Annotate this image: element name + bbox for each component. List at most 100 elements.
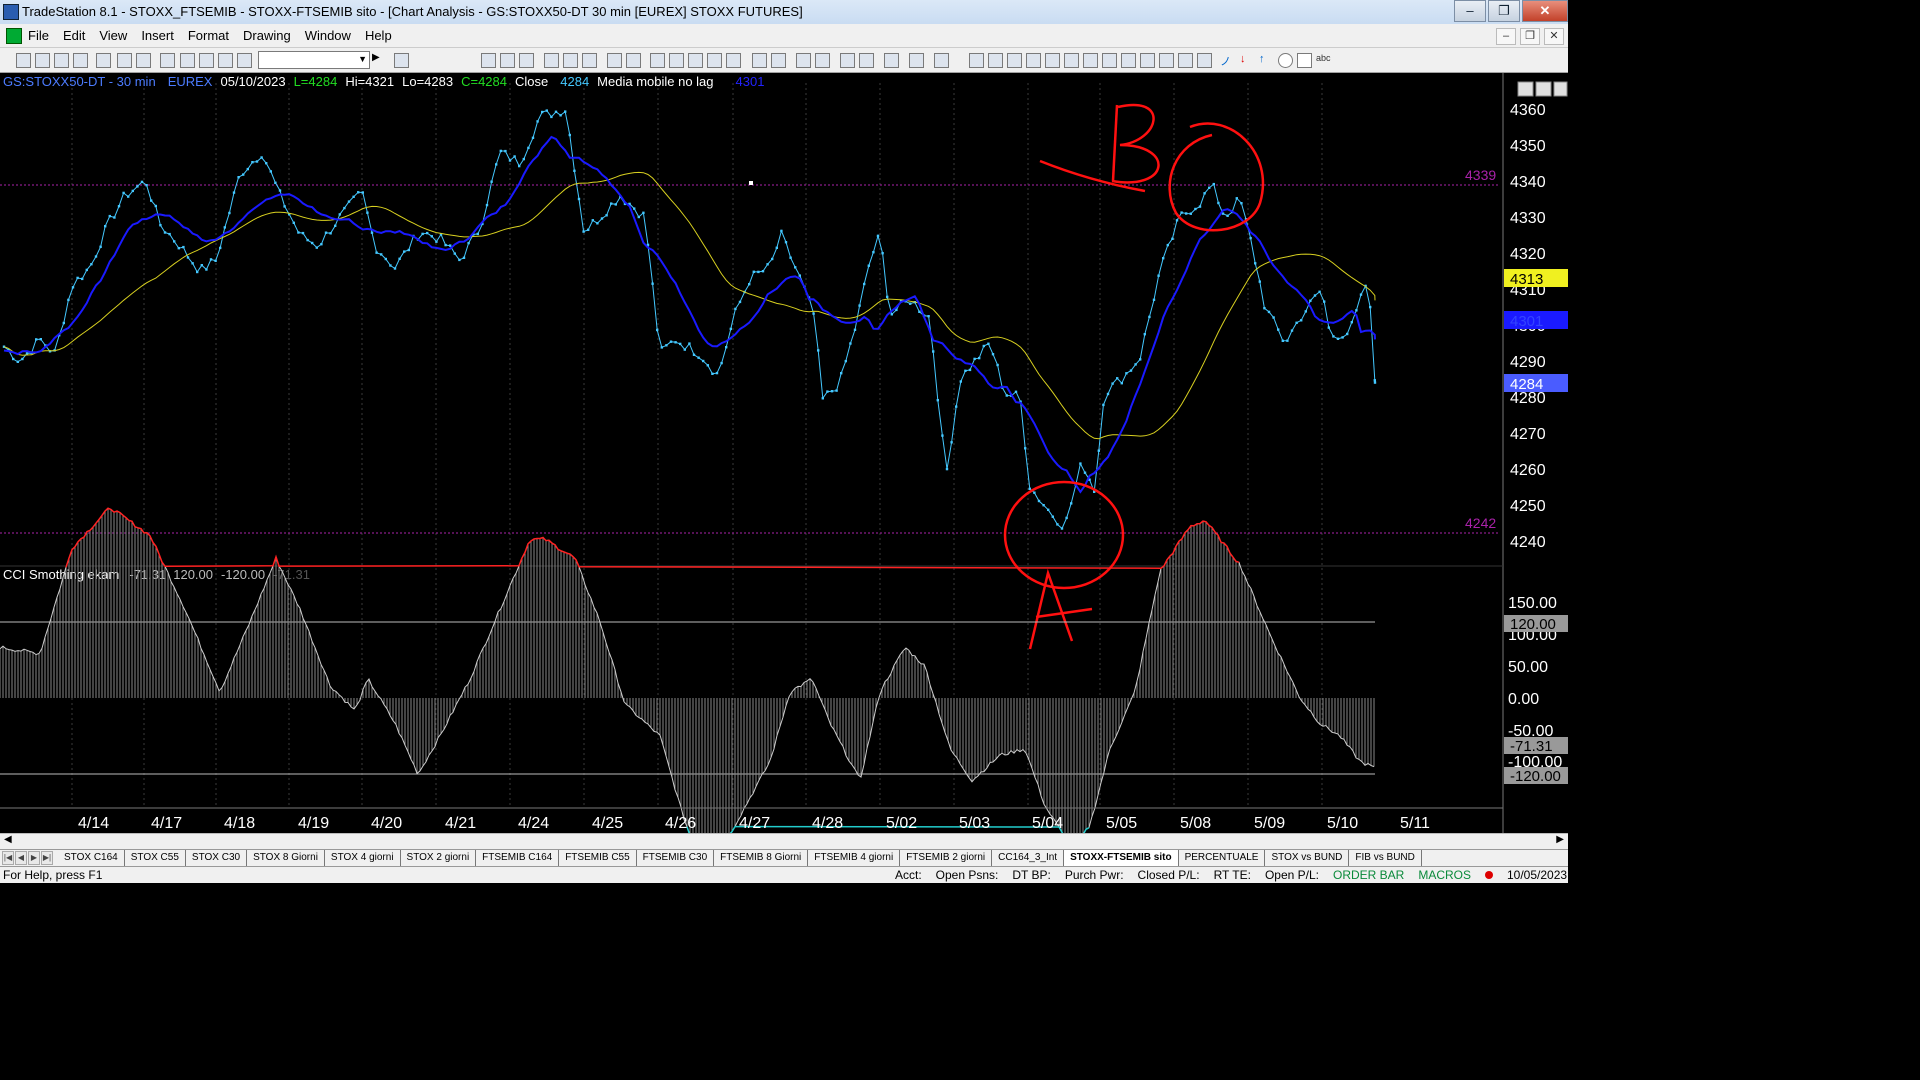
rectangle-icon[interactable] — [1297, 53, 1312, 68]
window-cascade-icon[interactable] — [180, 53, 195, 68]
format-icon[interactable] — [218, 53, 233, 68]
andrews-pitchfork-icon[interactable] — [1121, 53, 1136, 68]
find-icon[interactable] — [394, 53, 409, 68]
tab-item[interactable]: CC164_3_Int — [992, 850, 1065, 866]
tab-item[interactable]: STOX C30 — [186, 850, 248, 866]
arrow-down-icon[interactable]: ↓ — [1240, 53, 1253, 66]
tab-item[interactable]: STOX 2 giorni — [401, 850, 477, 866]
tab-item[interactable]: STOX 4 giorni — [325, 850, 401, 866]
macros-indicator[interactable]: MACROS — [1418, 868, 1471, 882]
print-icon[interactable] — [136, 53, 151, 68]
paste-icon[interactable] — [96, 53, 111, 68]
maximize-button[interactable]: ❐ — [1488, 0, 1520, 22]
fib-retracement-icon[interactable] — [1083, 53, 1098, 68]
scan-icon[interactable] — [650, 53, 665, 68]
bar-chart-icon[interactable] — [481, 53, 496, 68]
tab-item[interactable]: FTSEMIB C55 — [559, 850, 637, 866]
horizontal-scrollbar[interactable]: ◀ ▶ — [0, 833, 1568, 849]
zoom-in-icon[interactable] — [796, 53, 811, 68]
child-close-button[interactable]: ✕ — [1544, 28, 1564, 45]
new-icon[interactable] — [16, 53, 31, 68]
candle-chart-icon[interactable] — [519, 53, 534, 68]
format-symbol-icon[interactable] — [582, 53, 597, 68]
expand-icon[interactable] — [752, 53, 767, 68]
gann-fan-icon[interactable] — [1064, 53, 1079, 68]
alert-icon[interactable] — [934, 53, 949, 68]
chart-restore-button[interactable] — [1535, 81, 1552, 97]
chart-min-button[interactable] — [1517, 81, 1534, 97]
ellipse-icon[interactable] — [1278, 53, 1293, 68]
volume-icon[interactable] — [726, 53, 741, 68]
tab-first-icon[interactable]: |◀ — [2, 851, 14, 865]
menu-file[interactable]: File — [28, 28, 49, 43]
play-icon[interactable]: ▶ — [372, 52, 385, 65]
vertical-lines-icon[interactable] — [988, 53, 1003, 68]
copy-icon[interactable] — [73, 53, 88, 68]
order-bar-indicator[interactable]: ORDER BAR — [1333, 868, 1404, 882]
parallel-lines-icon[interactable] — [1159, 53, 1174, 68]
tab-item[interactable]: STOX vs BUND — [1265, 850, 1350, 866]
symbol-combo[interactable]: ▼ — [258, 51, 370, 69]
chart-analysis-window[interactable]: GS:STOXX50-DT - 30 min EUREX 05/10/2023 L=4… — [0, 73, 1568, 882]
speed-lines-icon[interactable] — [1045, 53, 1060, 68]
arrow-right-left-icon[interactable] — [1140, 53, 1155, 68]
order-entry-icon[interactable] — [909, 53, 924, 68]
data-window-icon[interactable] — [626, 53, 641, 68]
tab-prev-icon[interactable]: ◀ — [15, 851, 27, 865]
minimize-button[interactable]: – — [1454, 0, 1486, 22]
macro-icon[interactable] — [237, 53, 252, 68]
tab-item[interactable]: STOX 8 Giorni — [247, 850, 325, 866]
tab-item[interactable]: STOXX-FTSEMIB sito — [1064, 850, 1179, 866]
menu-format[interactable]: Format — [188, 28, 229, 43]
chart-window-icon[interactable] — [6, 28, 22, 44]
text-icon[interactable]: abc — [1316, 53, 1331, 66]
channel-icon[interactable] — [1026, 53, 1041, 68]
child-restore-button[interactable]: ❐ — [1520, 28, 1540, 45]
tab-item[interactable]: FTSEMIB 8 Giorni — [714, 850, 809, 866]
scroll-right-icon[interactable]: ▶ — [1556, 834, 1564, 845]
tab-item[interactable]: FTSEMIB C30 — [637, 850, 715, 866]
scroll-left-icon[interactable]: ◀ — [4, 834, 12, 845]
optimize-icon[interactable] — [688, 53, 703, 68]
crosshair-icon[interactable] — [859, 53, 874, 68]
menu-drawing[interactable]: Drawing — [243, 28, 291, 43]
child-minimize-button[interactable]: – — [1496, 28, 1516, 45]
menu-window[interactable]: Window — [305, 28, 351, 43]
chart-close-button[interactable] — [1553, 81, 1568, 97]
window-tile-icon[interactable] — [160, 53, 175, 68]
news-icon[interactable] — [669, 53, 684, 68]
wrench-icon[interactable] — [884, 53, 899, 68]
print-preview-icon[interactable] — [117, 53, 132, 68]
line-chart-icon[interactable] — [500, 53, 515, 68]
save-icon[interactable] — [54, 53, 69, 68]
tab-item[interactable]: PERCENTUALE — [1179, 850, 1266, 866]
horizontal-lines-icon[interactable] — [1007, 53, 1022, 68]
fib-time-icon[interactable] — [1102, 53, 1117, 68]
menu-view[interactable]: View — [99, 28, 127, 43]
tab-item[interactable]: STOX C164 — [58, 850, 125, 866]
arrow-up-icon[interactable]: ↑ — [1259, 53, 1272, 66]
lock-icon[interactable] — [199, 53, 214, 68]
zoom-out-icon[interactable] — [815, 53, 830, 68]
trendline-icon[interactable] — [969, 53, 984, 68]
tab-last-icon[interactable]: ▶| — [41, 851, 53, 865]
compress-icon[interactable] — [771, 53, 786, 68]
arc-icon[interactable] — [1178, 53, 1193, 68]
tab-item[interactable]: FIB vs BUND — [1349, 850, 1422, 866]
menu-help[interactable]: Help — [365, 28, 392, 43]
tab-item[interactable]: FTSEMIB 2 giorni — [900, 850, 993, 866]
pencil-icon[interactable] — [1197, 53, 1212, 68]
tab-item[interactable]: FTSEMIB 4 giorni — [808, 850, 901, 866]
pointer-icon[interactable] — [840, 53, 855, 68]
tab-item[interactable]: STOX C55 — [125, 850, 186, 866]
insert-indicator-icon[interactable] — [544, 53, 559, 68]
tab-item[interactable]: FTSEMIB C164 — [476, 850, 560, 866]
freehand-icon[interactable]: ノ — [1220, 53, 1233, 68]
tab-next-icon[interactable]: ▶ — [28, 851, 40, 865]
insert-strategy-icon[interactable] — [563, 53, 578, 68]
close-button[interactable]: ✕ — [1522, 0, 1568, 22]
menu-edit[interactable]: Edit — [63, 28, 85, 43]
menu-insert[interactable]: Insert — [141, 28, 174, 43]
refresh-icon[interactable] — [607, 53, 622, 68]
open-icon[interactable] — [35, 53, 50, 68]
